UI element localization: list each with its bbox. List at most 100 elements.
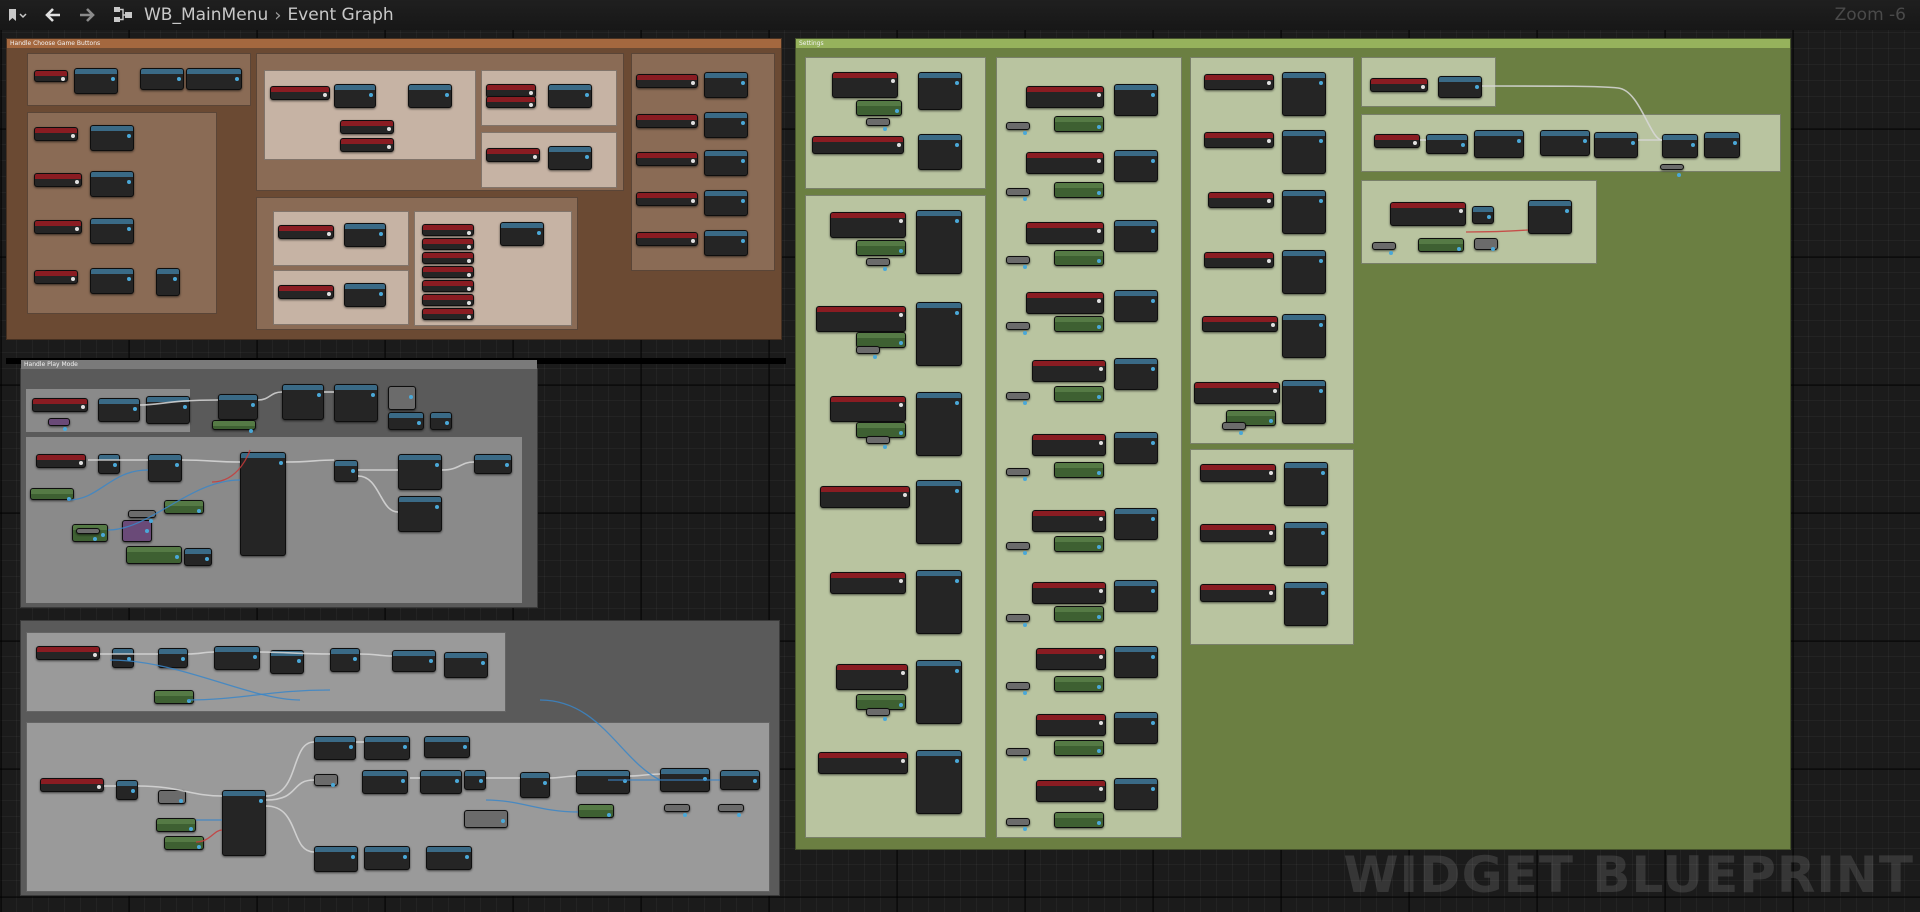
graph-node[interactable] xyxy=(916,570,962,634)
graph-node[interactable] xyxy=(392,650,436,672)
graph-node[interactable] xyxy=(74,68,118,94)
graph-node[interactable] xyxy=(344,223,386,247)
arrow-right-icon[interactable] xyxy=(74,0,100,30)
graph-node[interactable] xyxy=(1208,192,1274,208)
graph-node[interactable] xyxy=(364,846,410,870)
graph-node[interactable] xyxy=(1032,434,1106,456)
graph-node[interactable] xyxy=(1200,584,1276,602)
graph-node[interactable] xyxy=(866,708,890,721)
graph-node[interactable] xyxy=(1474,130,1524,158)
graph-node[interactable] xyxy=(1006,818,1030,831)
graph-node[interactable] xyxy=(164,500,204,514)
graph-node[interactable] xyxy=(240,452,286,556)
graph-node[interactable] xyxy=(1426,134,1468,154)
graph-node[interactable] xyxy=(158,790,186,804)
graph-node[interactable] xyxy=(1054,462,1104,478)
event-graph-canvas[interactable]: Handle Choose Game Buttons Handle Play M… xyxy=(0,0,1920,912)
graph-node[interactable] xyxy=(314,846,358,872)
graph-node[interactable] xyxy=(364,736,410,760)
graph-node[interactable] xyxy=(1026,222,1104,244)
graph-node[interactable] xyxy=(90,171,134,197)
graph-node[interactable] xyxy=(474,454,512,474)
graph-node[interactable] xyxy=(1114,580,1158,612)
graph-node[interactable] xyxy=(426,846,472,870)
graph-node[interactable] xyxy=(422,238,474,250)
graph-node[interactable] xyxy=(422,252,474,264)
graph-node[interactable] xyxy=(218,394,258,420)
graph-node[interactable] xyxy=(1114,290,1158,322)
graph-node[interactable] xyxy=(422,294,474,306)
graph-node[interactable] xyxy=(1284,522,1328,566)
graph-node[interactable] xyxy=(1282,190,1326,234)
graph-node[interactable] xyxy=(664,804,690,817)
graph-node[interactable] xyxy=(1370,78,1428,92)
graph-node[interactable] xyxy=(548,146,592,170)
graph-node[interactable] xyxy=(1418,238,1464,252)
graph-node[interactable] xyxy=(90,125,134,151)
graph-node[interactable] xyxy=(98,454,120,474)
graph-node[interactable] xyxy=(830,572,906,594)
graph-node[interactable] xyxy=(464,770,486,790)
graph-node[interactable] xyxy=(148,454,182,482)
graph-node[interactable] xyxy=(184,548,212,566)
graph-node[interactable] xyxy=(420,770,462,794)
graph-node[interactable] xyxy=(422,280,474,292)
graph-node[interactable] xyxy=(1282,72,1326,116)
graph-node[interactable] xyxy=(408,84,452,108)
graph-node[interactable] xyxy=(576,770,630,794)
graph-node[interactable] xyxy=(816,306,906,332)
graph-node[interactable] xyxy=(1200,464,1276,482)
graph-node[interactable] xyxy=(30,488,74,501)
graph-node[interactable] xyxy=(916,660,962,724)
graph-node[interactable] xyxy=(1026,86,1104,108)
graph-node[interactable] xyxy=(464,810,508,828)
graph-node[interactable] xyxy=(1204,252,1274,268)
graph-node[interactable] xyxy=(1036,780,1106,802)
graph-node[interactable] xyxy=(90,268,134,294)
graph-node[interactable] xyxy=(32,398,88,412)
graph-node[interactable] xyxy=(1114,508,1158,540)
graph-node[interactable] xyxy=(1006,256,1030,269)
graph-node[interactable] xyxy=(156,268,180,296)
graph-node[interactable] xyxy=(636,114,698,128)
graph-node[interactable] xyxy=(112,648,134,668)
graph-node[interactable] xyxy=(278,225,334,239)
graph-node[interactable] xyxy=(34,173,82,187)
graph-node[interactable] xyxy=(486,148,540,162)
graph-node[interactable] xyxy=(422,308,474,320)
graph-node[interactable] xyxy=(1054,386,1104,402)
breadcrumb-blueprint[interactable]: WB_MainMenu xyxy=(144,5,268,25)
graph-node[interactable] xyxy=(500,222,544,246)
graph-node[interactable] xyxy=(1222,422,1246,435)
graph-node[interactable] xyxy=(140,68,184,90)
graph-node[interactable] xyxy=(1006,614,1030,627)
graph-node[interactable] xyxy=(1006,682,1030,695)
graph-node[interactable] xyxy=(1194,382,1280,404)
graph-node[interactable] xyxy=(1006,322,1030,335)
graph-node[interactable] xyxy=(398,454,442,490)
graph-node[interactable] xyxy=(916,302,962,366)
bookmark-icon[interactable] xyxy=(4,0,30,30)
graph-node[interactable] xyxy=(278,285,334,299)
graph-node[interactable] xyxy=(34,270,78,284)
graph-node[interactable] xyxy=(1704,132,1740,158)
graph-node[interactable] xyxy=(1282,250,1326,294)
graph-node[interactable] xyxy=(866,118,890,131)
graph-node[interactable] xyxy=(36,646,100,660)
graph-node[interactable] xyxy=(866,436,890,449)
graph-node[interactable] xyxy=(424,736,470,758)
graph-node[interactable] xyxy=(214,646,260,670)
graph-node[interactable] xyxy=(916,392,962,456)
graph-node[interactable] xyxy=(918,134,962,170)
graph-node[interactable] xyxy=(116,780,138,800)
graph-node[interactable] xyxy=(128,510,156,523)
graph-node[interactable] xyxy=(916,210,962,274)
graph-node[interactable] xyxy=(422,266,474,278)
breadcrumb-graph[interactable]: Event Graph xyxy=(287,5,393,25)
graph-node[interactable] xyxy=(34,127,78,141)
graph-node[interactable] xyxy=(1054,536,1104,552)
graph-node[interactable] xyxy=(48,418,70,431)
graph-node[interactable] xyxy=(212,420,256,433)
graph-node[interactable] xyxy=(1114,712,1158,744)
graph-node[interactable] xyxy=(270,650,304,674)
